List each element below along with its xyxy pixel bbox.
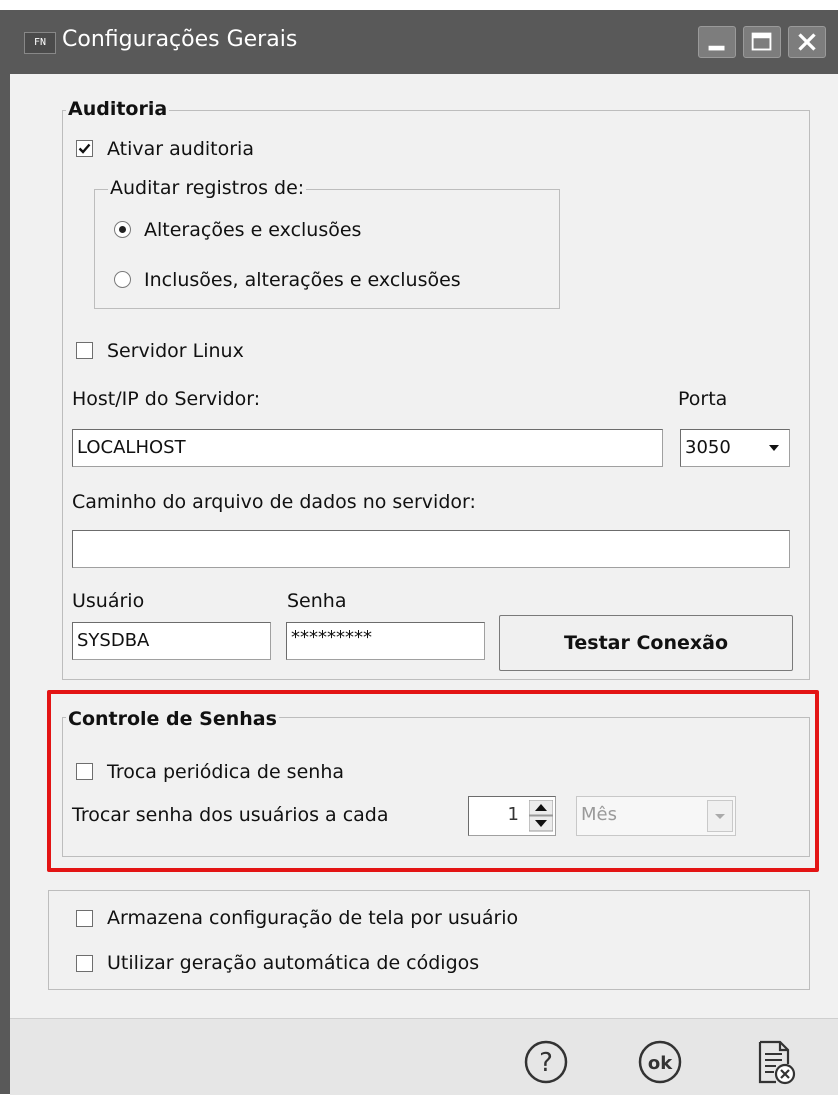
radio-selected-dot [119,226,126,233]
help-icon-text: ? [539,1048,553,1078]
host-label: Host/IP do Servidor: [72,388,261,410]
maximize-button[interactable] [743,26,781,58]
minimize-icon [708,45,725,51]
window-title: Configurações Gerais [62,27,298,52]
help-icon: ? [524,1040,568,1084]
close-button[interactable] [788,26,826,58]
caminho-input[interactable] [72,530,790,568]
opcoes-extras-group [48,890,810,990]
radio-alteracoes-exclusoes[interactable] [114,221,131,238]
porta-select[interactable]: 3050 [680,429,790,467]
close-icon [798,33,816,51]
senha-input[interactable]: ********* [286,622,485,660]
app-icon: FN [24,32,56,54]
checkmark-icon [78,143,91,154]
option-inclusoes-label: Inclusões, alterações e exclusões [144,269,461,291]
cancel-document-icon [758,1040,796,1085]
maximize-icon [751,32,772,51]
cancel-button[interactable] [752,1038,800,1091]
minimize-button[interactable] [698,26,736,58]
highlight-annotation [47,690,819,872]
top-strip [0,0,838,10]
porta-dropdown-button[interactable] [761,432,787,464]
radio-inclusoes-alteracoes-exclusoes[interactable] [114,271,131,288]
servidor-linux-checkbox[interactable] [76,342,93,359]
title-bar[interactable]: FN Configurações Gerais [10,10,838,74]
auditar-registros-title: Auditar registros de: [108,177,307,199]
option-alteracoes-exclusoes-label: Alterações e exclusões [144,219,362,241]
armazena-config-checkbox[interactable] [76,910,93,927]
testar-conexao-button[interactable]: Testar Conexão [499,615,793,671]
ok-icon: ok [638,1040,682,1084]
ativar-auditoria-checkbox[interactable] [76,140,93,157]
auditar-registros-group [94,189,560,309]
geracao-codigos-label: Utilizar geração automática de códigos [107,952,480,974]
usuario-input[interactable]: SYSDBA [72,622,271,660]
ok-button[interactable]: ok [636,1038,684,1091]
ok-icon-text: ok [648,1053,673,1074]
porta-value: 3050 [685,437,731,458]
help-button[interactable]: ? [522,1038,570,1091]
porta-label: Porta [678,388,728,410]
host-input[interactable]: LOCALHOST [72,429,663,467]
ativar-auditoria-label: Ativar auditoria [107,138,254,160]
armazena-config-label: Armazena configuração de tela por usuári… [107,907,519,929]
window-left-border [0,10,10,1094]
configuracoes-gerais-window: FN Configurações Gerais Auditoria Ativar… [0,0,838,1095]
caminho-label: Caminho do arquivo de dados no servidor: [72,491,476,513]
geracao-codigos-checkbox[interactable] [76,955,93,972]
auditoria-group-title: Auditoria [66,98,170,120]
chevron-down-icon [769,445,779,451]
footer-bar [10,1018,838,1095]
usuario-label: Usuário [72,590,145,612]
servidor-linux-label: Servidor Linux [107,340,244,362]
senha-label: Senha [287,590,347,612]
